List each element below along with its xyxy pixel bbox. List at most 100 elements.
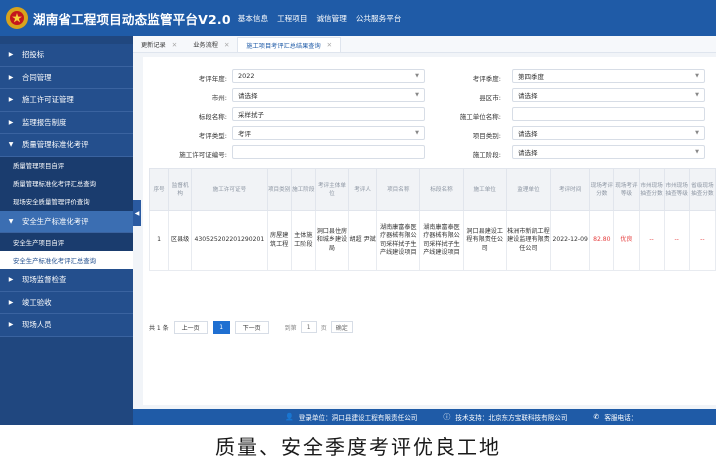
section-input[interactable]: 采样拭子 xyxy=(232,107,425,121)
year-value: 2022 xyxy=(238,72,255,80)
tab-label: 业务流程 xyxy=(193,42,218,49)
tab-update-log[interactable]: 更新记录 ✕ xyxy=(133,37,185,52)
main-content: 考评年度: 2022 ▼ 考评季度: 第四季度 ▼ 市州: 请选择 ▼ 县区市: 请选… xyxy=(143,57,716,405)
footer-login: 👤 登录单位：洞口县建设工程有限责任公司 xyxy=(285,412,417,422)
sidebar-item-label: 竣工验收 xyxy=(22,297,52,307)
phase-value: 请选择 xyxy=(518,149,538,157)
results-table: 序号 监督机构 施工许可证号 项目类别 施工阶段 考评主体单位 考评人 项目名称… xyxy=(148,168,716,271)
city-value: 请选择 xyxy=(238,92,258,100)
table-cell: 2022-12-09 xyxy=(550,210,591,271)
close-icon[interactable]: ✕ xyxy=(224,41,229,49)
table-cell: 区县级 xyxy=(168,210,193,271)
footer-bar: 👤 登录单位：洞口县建设工程有限责任公司 ⓘ 技术支持：北京东方宝联科技有限公司 ✆… xyxy=(133,409,716,425)
table-cell: -- xyxy=(688,210,716,271)
column-header: 序号 xyxy=(148,168,170,211)
sidebar: ▶ 招投标 ▶ 合同管理 ▶ 施工许可证管理 ▶ 监理报告制度 ▼ 质量管理标准化考评 质… xyxy=(0,36,133,425)
nav-projects[interactable]: 工程项目 xyxy=(277,13,307,24)
chevron-down-icon: ▼ xyxy=(695,92,699,98)
column-header: 施工阶段 xyxy=(290,168,316,211)
year-label: 考评年度: xyxy=(198,75,227,83)
sidebar-item-label: 现场人员 xyxy=(22,320,52,330)
table-cell: 洞口县建设工程有限责任公司 xyxy=(462,210,507,271)
sidebar-subitem-site-evaluation[interactable]: 现场安全质量管理评价查询 xyxy=(0,192,133,211)
county-label: 县区市: xyxy=(479,94,501,102)
chevron-down-icon: ▼ xyxy=(415,92,419,98)
sidebar-subitem-safety-self[interactable]: 安全生产项目自评 xyxy=(0,233,133,251)
sidebar-item-inspection[interactable]: ▶ 现场监督检查 xyxy=(0,269,133,292)
table-cell: 胡超 尹斌 xyxy=(348,210,378,271)
sidebar-subitem-quality-self[interactable]: 质量管理项目自评 xyxy=(0,156,133,175)
sidebar-item-label: 现场监督检查 xyxy=(22,275,67,285)
sidebar-item-personnel[interactable]: ▶ 现场人员 xyxy=(0,314,133,337)
column-header: 市州现场抽查等级 xyxy=(663,168,690,211)
permit-label: 施工许可证编号: xyxy=(179,151,227,159)
sidebar-item-bidding[interactable]: ▶ 招投标 xyxy=(0,44,133,67)
close-icon[interactable]: ✕ xyxy=(172,41,177,49)
county-select[interactable]: 请选择 ▼ xyxy=(512,88,705,102)
sidebar-item-contract[interactable]: ▶ 合同管理 xyxy=(0,66,133,89)
phase-select[interactable]: 请选择 ▼ xyxy=(512,145,705,159)
sidebar-item-label: 监理报告制度 xyxy=(22,117,67,127)
sidebar-subitem-quality-summary[interactable]: 质量管理标准化考评汇总查询 xyxy=(0,174,133,193)
chevron-right-icon: ▶ xyxy=(8,276,14,284)
footer-hotline-text: 客服电话： xyxy=(604,414,638,422)
table-cell: 洞口县住房和城乡建设局 xyxy=(314,210,350,271)
nav-basic-info[interactable]: 基本信息 xyxy=(238,13,268,24)
category-value: 请选择 xyxy=(518,130,538,138)
table-row[interactable]: 1 区县级 430525202201290201 房屋建筑工程 主体施工阶段 洞… xyxy=(148,210,716,271)
nav-credit[interactable]: 诚信管理 xyxy=(316,13,346,24)
total-count: 共 1 条 xyxy=(149,324,169,332)
tab-workflow[interactable]: 业务流程 ✕ xyxy=(185,37,237,52)
unit-input[interactable] xyxy=(512,107,705,121)
table-cell: -- xyxy=(663,210,690,271)
column-header: 考评时间 xyxy=(550,168,591,211)
top-nav: 基本信息 工程项目 诚信管理 公共服务平台 xyxy=(238,13,411,24)
chevron-right-icon: ▶ xyxy=(8,51,14,59)
chevron-right-icon: ▶ xyxy=(8,118,14,126)
chevron-right-icon: ▶ xyxy=(8,321,14,329)
phone-icon: ✆ xyxy=(593,413,600,421)
close-icon[interactable]: ✕ xyxy=(327,41,332,49)
page-number-button[interactable]: 1 xyxy=(212,320,230,334)
category-select[interactable]: 请选择 ▼ xyxy=(512,126,705,140)
phase-label: 施工阶段: xyxy=(472,151,501,159)
chevron-down-icon: ▼ xyxy=(8,141,14,149)
goto-confirm-button[interactable]: 确定 xyxy=(330,321,353,333)
sidebar-subitem-safety-summary[interactable]: 安全生产标准化考评汇总查询 xyxy=(0,251,133,269)
column-header: 现场考评等级 xyxy=(613,168,640,211)
chevron-right-icon: ▶ xyxy=(8,73,14,81)
column-header: 市州现场抽查分数 xyxy=(638,168,665,211)
goto-page-input[interactable]: 1 xyxy=(300,321,317,333)
city-select[interactable]: 请选择 ▼ xyxy=(232,88,425,102)
column-header: 施工许可证号 xyxy=(191,168,268,211)
chevron-right-icon: ▶ xyxy=(8,298,14,306)
year-select[interactable]: 2022 ▼ xyxy=(232,69,425,83)
nav-public-service[interactable]: 公共服务平台 xyxy=(356,13,402,24)
image-caption: 质量、安全季度考评优良工地 xyxy=(215,435,501,459)
tab-label: 施工项目考评汇总结果查询 xyxy=(246,42,321,50)
section-label: 标段名称: xyxy=(198,113,227,121)
season-select[interactable]: 第四季度 ▼ xyxy=(512,69,705,83)
permit-input[interactable] xyxy=(232,145,425,159)
table-cell: 房屋建筑工程 xyxy=(266,210,292,271)
column-header: 现场考评分数 xyxy=(589,168,615,211)
prev-page-button[interactable]: 上一页 xyxy=(173,320,208,334)
top-header: 湖南省工程项目动态监管平台V2.0 基本信息 工程项目 诚信管理 公共服务平台 xyxy=(0,0,716,36)
sidebar-item-acceptance[interactable]: ▶ 竣工验收 xyxy=(0,291,133,314)
sidebar-collapse-handle[interactable]: ◀ xyxy=(133,200,141,226)
sidebar-item-permit[interactable]: ▶ 施工许可证管理 xyxy=(0,89,133,112)
type-select[interactable]: 考评 ▼ xyxy=(232,126,425,140)
sidebar-item-quality[interactable]: ▼ 质量管理标准化考评 xyxy=(0,134,133,157)
footer-support-text: 技术支持：北京东方宝联科技有限公司 xyxy=(455,414,568,422)
next-page-button[interactable]: 下一页 xyxy=(234,320,269,334)
sidebar-item-supervision-report[interactable]: ▶ 监理报告制度 xyxy=(0,111,133,134)
tab-evaluation-summary[interactable]: 施工项目考评汇总结果查询 ✕ xyxy=(237,37,342,52)
chevron-down-icon: ▼ xyxy=(8,217,14,225)
column-header: 考评人 xyxy=(348,168,378,211)
column-header: 项目名称 xyxy=(376,168,421,211)
sidebar-item-label: 施工许可证管理 xyxy=(22,95,74,105)
column-header: 项目类别 xyxy=(266,168,292,211)
table-cell: 湖南康富泰医疗器械有限公司采样拭子生产线建设项目 xyxy=(376,210,421,271)
table-cell: 1 xyxy=(148,210,170,271)
sidebar-item-safety[interactable]: ▼ 安全生产标准化考评 xyxy=(0,210,133,233)
